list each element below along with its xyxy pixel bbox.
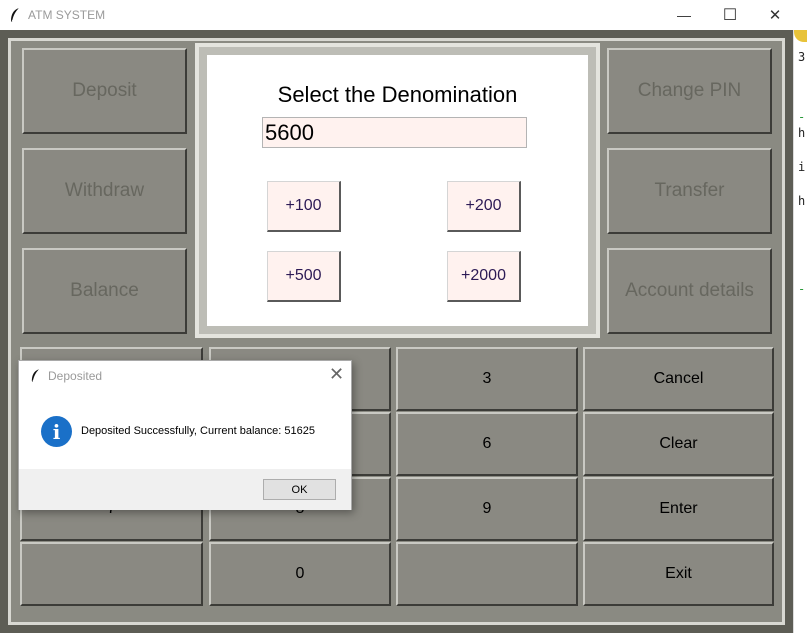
denom-100-button[interactable]: +100 bbox=[267, 181, 341, 232]
transfer-button[interactable]: Transfer bbox=[607, 148, 772, 234]
minimize-button[interactable]: — bbox=[661, 0, 707, 30]
atm-inner-frame: Deposit Withdraw Balance Change PIN Tran… bbox=[8, 38, 785, 625]
feather-icon bbox=[11, 7, 20, 22]
editor-fragment: h bbox=[798, 126, 806, 140]
keypad-key-blank-left[interactable] bbox=[20, 542, 203, 606]
keypad-key-0[interactable]: 0 bbox=[209, 542, 391, 606]
window-title: ATM SYSTEM bbox=[28, 8, 106, 22]
deposit-button[interactable]: Deposit bbox=[22, 48, 187, 134]
denom-500-button[interactable]: +500 bbox=[267, 251, 341, 302]
dialog-title: Deposited bbox=[48, 369, 103, 383]
atm-screen-bezel: Select the Denomination 5600 +100 +200 +… bbox=[195, 43, 600, 338]
window-titlebar: ATM SYSTEM — ☐ ✕ bbox=[0, 0, 807, 30]
dialog-close-icon[interactable]: ✕ bbox=[329, 364, 344, 385]
withdraw-button[interactable]: Withdraw bbox=[22, 148, 187, 234]
denom-200-button[interactable]: +200 bbox=[447, 181, 521, 232]
editor-fragment: h bbox=[798, 194, 806, 208]
denom-2000-button[interactable]: +2000 bbox=[447, 251, 521, 302]
keypad-key-9[interactable]: 9 bbox=[396, 477, 578, 541]
dialog-footer: OK bbox=[19, 469, 351, 510]
clear-button[interactable]: Clear bbox=[583, 412, 774, 476]
dialog-message: Deposited Successfully, Current balance:… bbox=[81, 425, 315, 437]
enter-button[interactable]: Enter bbox=[583, 477, 774, 541]
maximize-button[interactable]: ☐ bbox=[707, 0, 753, 30]
balance-button[interactable]: Balance bbox=[22, 248, 187, 334]
exit-button[interactable]: Exit bbox=[583, 542, 774, 606]
info-icon-glyph: i bbox=[52, 419, 61, 444]
cancel-button[interactable]: Cancel bbox=[583, 347, 774, 411]
deposited-dialog: Deposited ✕ i Deposited Successfully, Cu… bbox=[18, 360, 352, 510]
change-pin-button[interactable]: Change PIN bbox=[607, 48, 772, 134]
info-icon: i bbox=[41, 416, 72, 447]
feather-icon bbox=[31, 369, 40, 382]
editor-fragment: 3 bbox=[798, 50, 806, 64]
ok-button[interactable]: OK bbox=[263, 479, 336, 500]
account-details-button[interactable]: Account details bbox=[607, 248, 772, 334]
editor-fragment: i bbox=[798, 160, 806, 174]
editor-fragment: - bbox=[798, 110, 806, 124]
atm-screen: Select the Denomination 5600 +100 +200 +… bbox=[207, 55, 588, 326]
editor-fragment: - bbox=[798, 282, 806, 296]
screen-title: Select the Denomination bbox=[277, 82, 518, 107]
editor-toolbar-fragment bbox=[794, 30, 807, 42]
amount-input[interactable]: 5600 bbox=[262, 117, 527, 148]
keypad-key-6[interactable]: 6 bbox=[396, 412, 578, 476]
background-editor: 3 h i h - - bbox=[793, 30, 807, 633]
keypad-key-3[interactable]: 3 bbox=[396, 347, 578, 411]
atm-frame: Deposit Withdraw Balance Change PIN Tran… bbox=[0, 30, 793, 633]
close-button[interactable]: ✕ bbox=[752, 0, 798, 30]
keypad-key-blank-right[interactable] bbox=[396, 542, 578, 606]
